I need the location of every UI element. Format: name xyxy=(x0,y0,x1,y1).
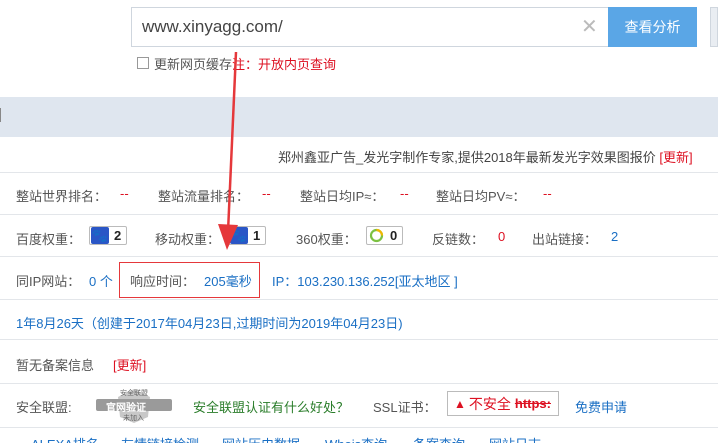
baidu-weight-value: 2 xyxy=(114,228,122,243)
outlinks-label: 出站链接： xyxy=(532,232,598,247)
tab-site-history[interactable]: 网站历史数据 xyxy=(222,434,300,443)
baidu-paw-icon: 🐾 xyxy=(91,227,109,244)
ssl-apply-link[interactable]: 免费申请 xyxy=(575,397,627,416)
flow-rank-label: 整站流量排名： xyxy=(158,189,250,204)
note-label: 注：开放内页查询 xyxy=(232,56,337,72)
daily-pv-label: 整站日均PV≈： xyxy=(436,189,526,204)
ssl-status-badge[interactable]: ▲ 不安全 https: xyxy=(447,391,559,416)
baidu-weight-badge[interactable]: 🐾 2 xyxy=(89,226,128,245)
bottom-tab-bar: ALEXA排名 友情链接检测 网站历史数据 Whois查询 备案查询 网站日志 xyxy=(0,428,718,443)
mobile-weight-badge[interactable]: 🐾 1 xyxy=(228,226,267,245)
cache-option: 更新网页缓存 注：开放内页查询 xyxy=(137,54,336,72)
icp-row xyxy=(0,340,718,384)
site-title-update-link[interactable]: [更新] xyxy=(659,150,692,165)
warning-icon: ▲ xyxy=(454,396,466,411)
daily-ip-value: -- xyxy=(400,186,409,201)
site-title-text: 郑州鑫亚广告_发光字制作专家,提供2018年最新发光字效果图报价 xyxy=(278,150,656,165)
daily-ip-label: 整站日均IP≈： xyxy=(300,189,385,204)
flow-rank-value: -- xyxy=(262,186,271,201)
same-ip-label: 同IP网站： xyxy=(16,274,81,289)
ssl-label: SSL证书： xyxy=(373,400,437,415)
backlinks-value[interactable]: 0 xyxy=(498,229,505,244)
ssl-status-text: 不安全 xyxy=(468,395,511,412)
360-ring-icon xyxy=(368,227,385,244)
mobile-weight-label: 移动权重： xyxy=(155,232,221,247)
alliance-benefit-link[interactable]: 安全联盟认证有什么好处？ xyxy=(193,397,349,416)
backlinks-label: 反链数： xyxy=(432,232,485,247)
search-input[interactable]: www.xinyagg.com/ xyxy=(142,17,283,37)
world-rank-value: -- xyxy=(120,186,129,201)
site-title: 郑州鑫亚广告_发光字制作专家,提供2018年最新发光字效果图报价 [更新] xyxy=(278,147,693,166)
mobile-paw-icon: 🐾 xyxy=(230,227,248,244)
tab-whois[interactable]: Whois查询 xyxy=(325,434,387,443)
360-weight-value: 0 xyxy=(390,228,398,243)
daily-pv-value: -- xyxy=(543,186,552,201)
tab-icp-query[interactable]: 备案查询 xyxy=(413,434,465,443)
mobile-weight-value: 1 xyxy=(253,228,261,243)
world-rank-label: 整站世界排名： xyxy=(16,189,108,204)
domain-age-text[interactable]: 1年8月26天（创建于2017年04月23日,过期时间为2019年04月23日) xyxy=(16,313,403,332)
baidu-weight-label: 百度权重： xyxy=(16,232,82,247)
outlinks-value[interactable]: 2 xyxy=(611,229,618,244)
360-weight-label: 360权重： xyxy=(296,232,357,247)
ip-address[interactable]: IP：103.230.136.252[亚太地区 ] xyxy=(272,271,458,290)
icp-update-link[interactable]: [更新] xyxy=(113,355,146,374)
refresh-cache-checkbox[interactable] xyxy=(137,57,149,69)
tab-site-log[interactable]: 网站日志 xyxy=(489,434,541,443)
360-weight-badge[interactable]: 0 xyxy=(366,226,404,245)
next-panel-edge xyxy=(710,7,718,47)
ssl-protocol-text: https: xyxy=(514,396,551,411)
close-icon[interactable]: ✕ xyxy=(581,14,598,39)
search-box: www.xinyagg.com/ ✕ xyxy=(131,7,609,47)
response-time-label: 响应时间： xyxy=(130,274,196,289)
traffic-row-content: 整站世界排名： xyxy=(16,186,107,205)
alliance-seal[interactable]: 安全联盟 官网验证 未加入 xyxy=(92,387,176,425)
alliance-seal-main: 官网验证 xyxy=(106,403,146,414)
alliance-seal-top: 安全联盟 xyxy=(120,390,148,397)
response-time-value: 205毫秒 xyxy=(204,274,252,289)
icp-text: 暂无备案信息 xyxy=(16,358,95,373)
tab-friend-link-check[interactable]: 友情链接检测 xyxy=(121,434,199,443)
refresh-cache-label: 更新网页缓存 xyxy=(154,56,233,72)
alliance-label: 安全联盟: xyxy=(16,400,72,415)
alliance-seal-sub: 未加入 xyxy=(123,415,144,422)
tab-alexa[interactable]: ALEXA排名 xyxy=(31,434,99,443)
analyze-button[interactable]: 查看分析 xyxy=(608,7,697,47)
section-bar xyxy=(0,97,718,137)
section-bar-edge-glyph xyxy=(0,108,4,122)
same-ip-value[interactable]: 0 个 xyxy=(89,271,113,290)
